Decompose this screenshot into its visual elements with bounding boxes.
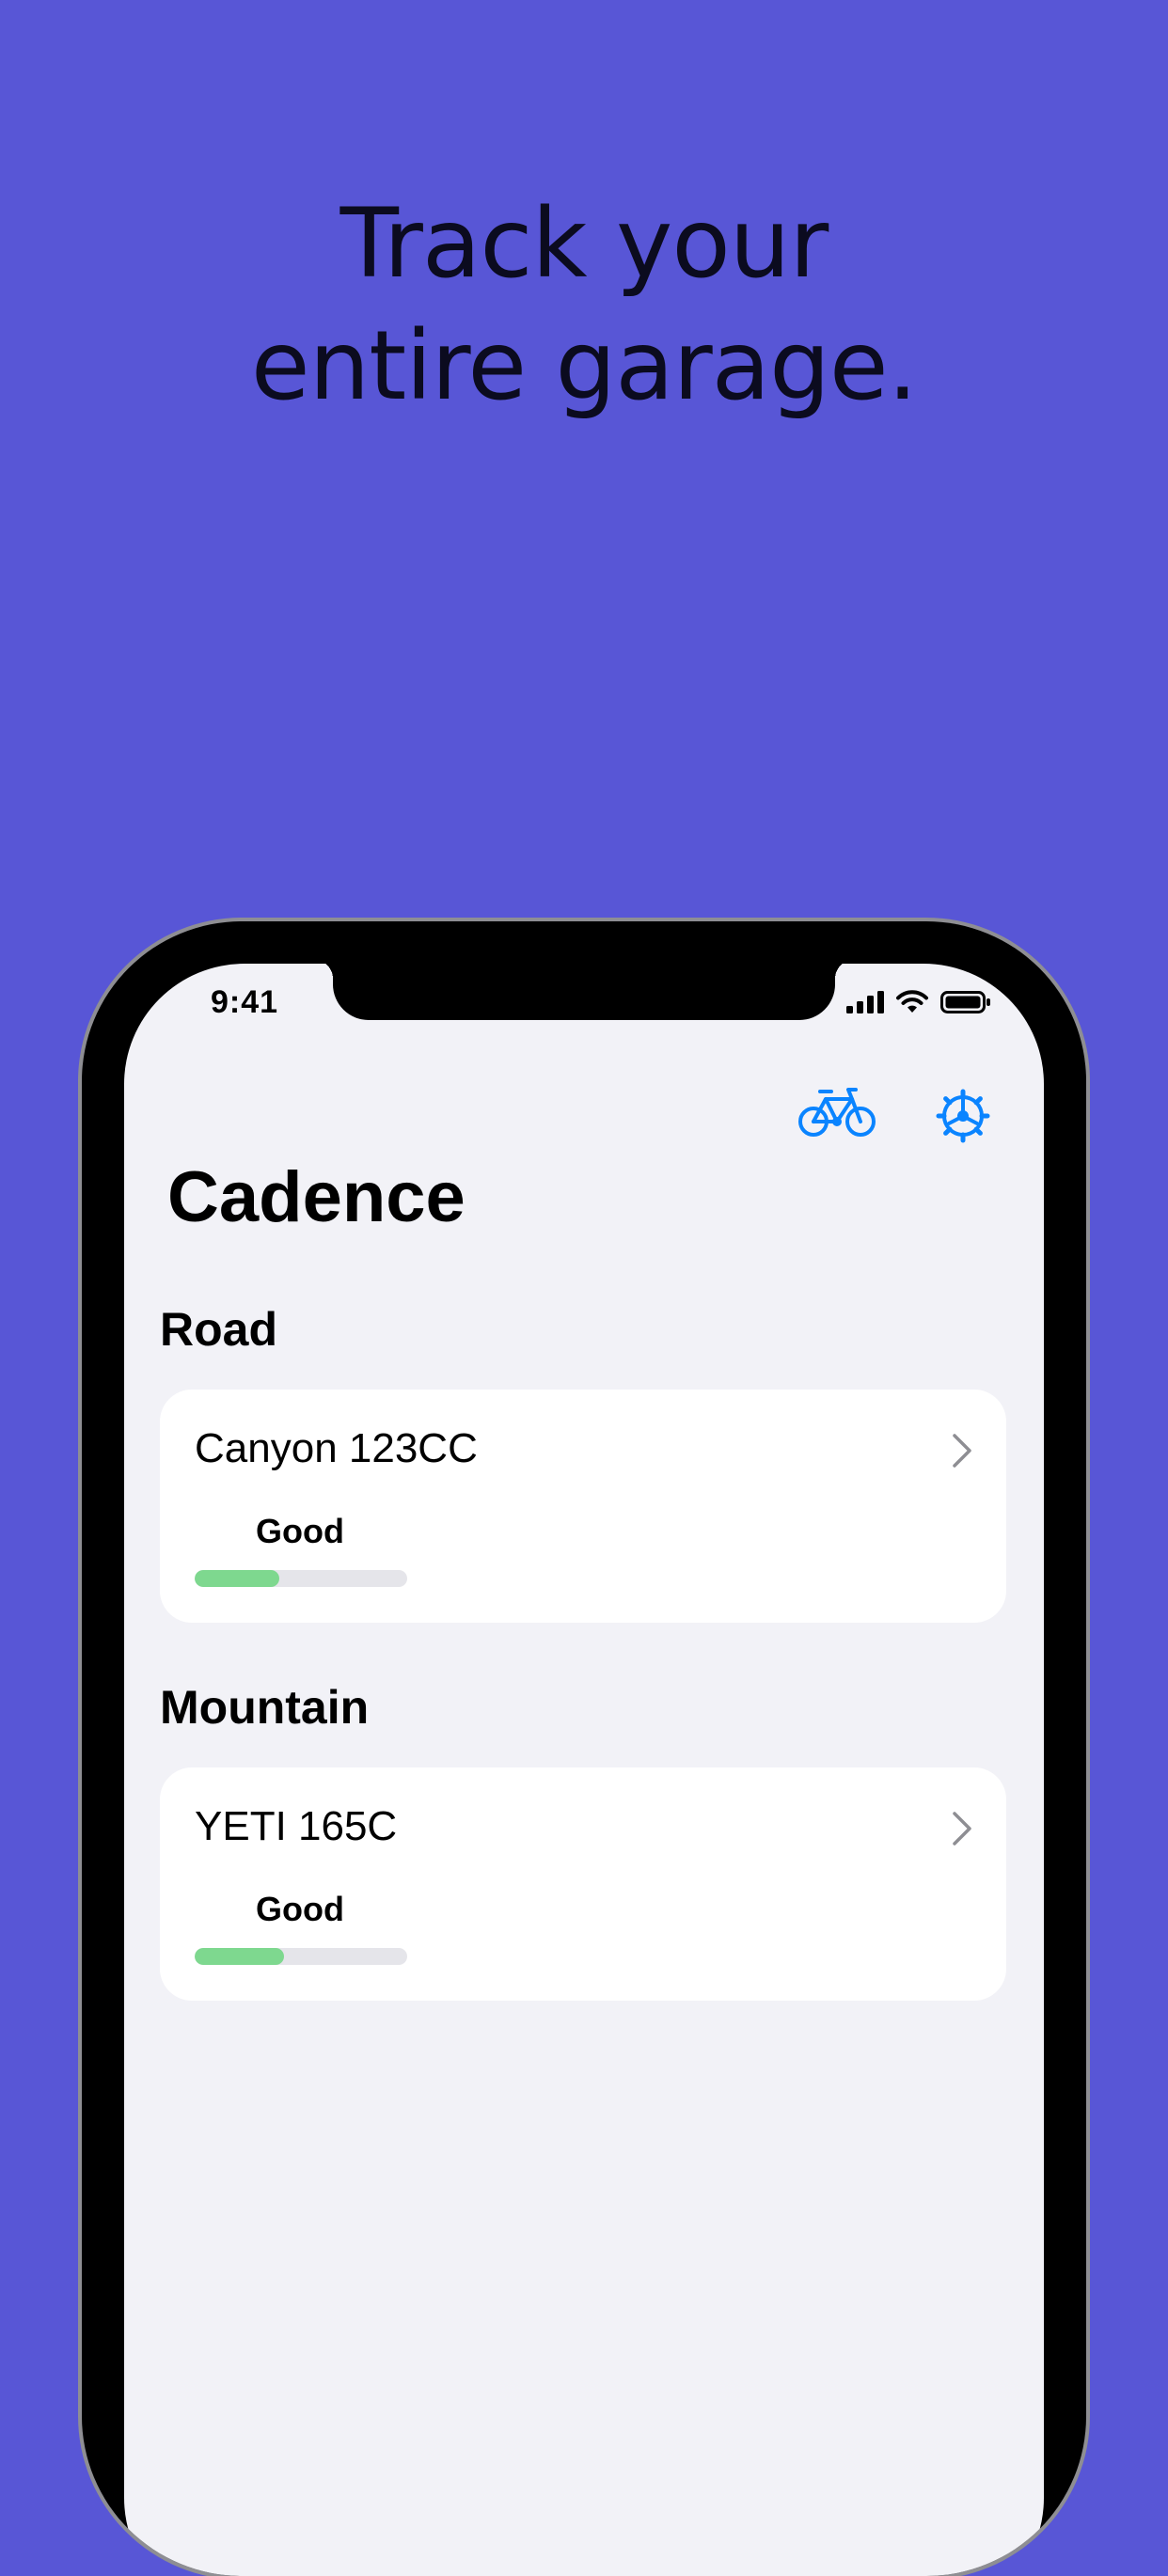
status-bar-icons xyxy=(846,990,991,1014)
headline-line-1: Track your xyxy=(339,188,829,300)
wifi-icon xyxy=(896,990,928,1013)
bike-name: Canyon 123CC xyxy=(195,1425,478,1471)
chevron-right-icon xyxy=(953,1434,971,1468)
status-bar-time: 9:41 xyxy=(211,984,279,1020)
chevron-right-icon xyxy=(953,1812,971,1846)
bike-name: YETI 165C xyxy=(195,1803,398,1849)
headline-line-2: entire garage. xyxy=(250,310,918,422)
notch xyxy=(314,964,854,1020)
bike-status-label: Good xyxy=(256,1512,344,1550)
bike-condition-bar xyxy=(195,1570,407,1587)
phone-frame: 9:41 Cadence Road Canyon 123CC Good Moun… xyxy=(82,921,1086,2576)
bike-condition-fill xyxy=(195,1948,284,1965)
cellular-signal-icon xyxy=(846,991,884,1013)
bike-condition-bar xyxy=(195,1948,407,1965)
settings-gear-icon[interactable] xyxy=(935,1088,991,1144)
phone-screen: 9:41 Cadence Road Canyon 123CC Good Moun… xyxy=(124,964,1044,2576)
battery-icon xyxy=(940,991,990,1013)
section-header-road: Road xyxy=(160,1303,277,1356)
bike-card-yeti[interactable]: YETI 165C Good xyxy=(160,1767,1006,2001)
section-header-mountain: Mountain xyxy=(160,1681,370,1734)
bike-card-canyon[interactable]: Canyon 123CC Good xyxy=(160,1390,1006,1623)
marketing-headline: Track your entire garage. xyxy=(0,183,1168,428)
bike-status-label: Good xyxy=(256,1890,344,1928)
bike-condition-fill xyxy=(195,1570,280,1587)
bicycle-icon[interactable] xyxy=(797,1086,876,1139)
app-title: Cadence xyxy=(167,1157,466,1237)
